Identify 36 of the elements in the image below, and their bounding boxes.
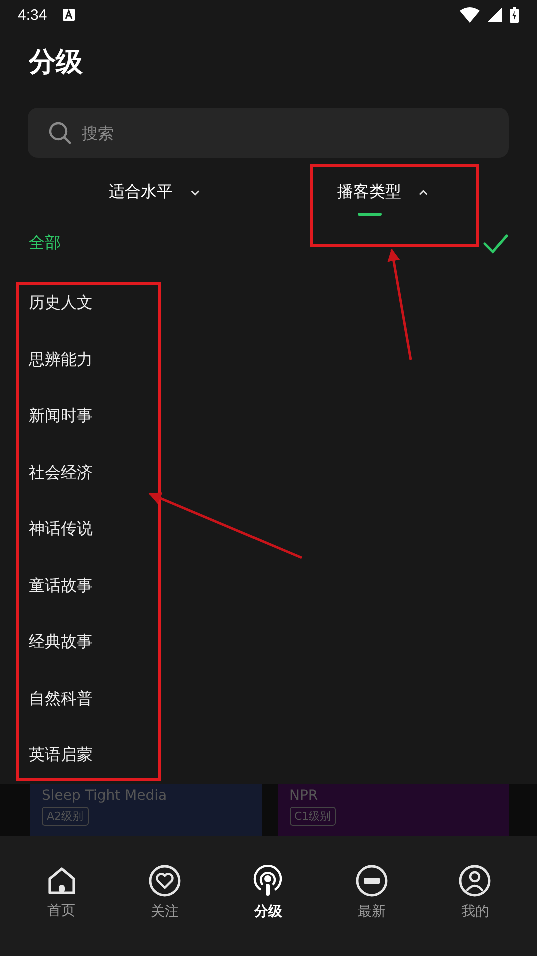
keyboard-icon: [63, 9, 76, 21]
wifi-icon: [460, 7, 480, 23]
chevron-icon: [419, 190, 428, 196]
category-option[interactable]: 思辨能力: [29, 332, 509, 389]
filter-tab[interactable]: 适合水平: [100, 178, 208, 220]
category-option[interactable]: 社会经济: [29, 445, 509, 502]
home-icon: [46, 866, 77, 896]
search-field[interactable]: 搜索: [28, 108, 509, 158]
check-icon: [483, 234, 509, 254]
signal-icon: [488, 8, 502, 22]
category-option[interactable]: 经典故事: [29, 614, 509, 672]
category-option[interactable]: 历史人文: [29, 276, 509, 332]
category-option[interactable]: 新闻时事: [29, 388, 509, 446]
card-title: NPR: [290, 788, 318, 804]
nav-tab[interactable]: 我的: [440, 863, 510, 923]
filter-tab[interactable]: 播客类型: [329, 178, 436, 220]
battery-icon: [510, 7, 519, 23]
nav-tab[interactable]: 分级: [233, 863, 304, 923]
category-option[interactable]: 全部: [29, 224, 509, 264]
chevron-icon: [190, 190, 200, 196]
podcast-icon: [252, 865, 284, 897]
nav-tab[interactable]: 首页: [26, 864, 97, 922]
new-badge-icon: [356, 865, 388, 897]
category-option[interactable]: 自然科普: [29, 671, 509, 728]
level-tag: C1级别: [290, 807, 336, 826]
nav-tab[interactable]: 关注: [130, 863, 200, 923]
nav-tab[interactable]: 最新: [336, 863, 407, 923]
card-title: Sleep Tight Media: [42, 788, 168, 804]
tab-underline: [358, 213, 382, 216]
page-title: 分级: [28, 46, 84, 80]
category-option[interactable]: 童话故事: [29, 558, 509, 615]
status-time: 4:34: [18, 6, 48, 24]
level-tag: A2级别: [42, 807, 89, 826]
category-option[interactable]: 神话传说: [29, 502, 509, 558]
user-icon: [459, 865, 492, 897]
category-option[interactable]: 英语启蒙: [29, 728, 509, 784]
